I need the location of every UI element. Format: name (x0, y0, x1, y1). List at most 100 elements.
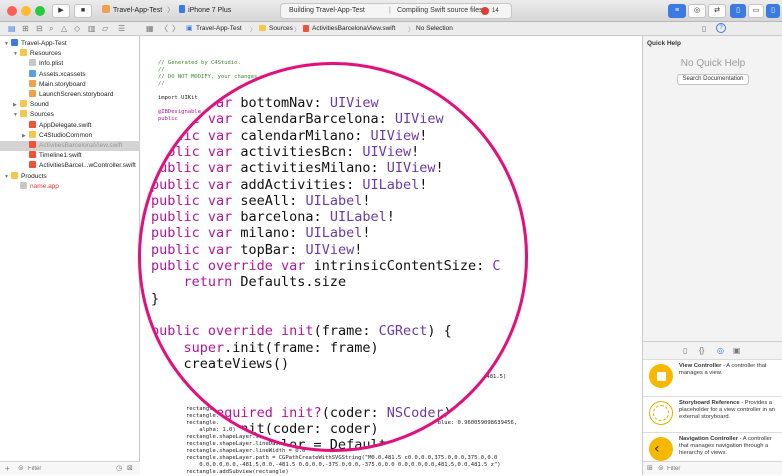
navigator-item[interactable]: Assets.xcassets (0, 69, 140, 80)
jumpbar-crumb-folder[interactable]: Sources (269, 25, 293, 32)
navigator-item[interactable]: ActivitiesBarcel...wController.swift (0, 161, 140, 171)
report-icon[interactable]: ☰ (118, 24, 125, 33)
code-token: ! (419, 127, 428, 144)
jumpbar-crumb-file[interactable]: ActivitiesBarcelonaView.swift (312, 25, 395, 32)
zoom-window-button[interactable] (35, 6, 45, 16)
navigator-item[interactable]: Main.storyboard (0, 79, 140, 90)
code-token: C (492, 258, 501, 274)
related-items-icon[interactable]: ▦ (146, 24, 154, 33)
navigator-item[interactable]: ActivitiesBarcelonaView.swift (0, 141, 140, 151)
source-control-icon[interactable]: ⊞ (22, 24, 29, 33)
magnified-code-line: public var milano: UILabel! (151, 225, 370, 241)
disclosure-closed-icon[interactable]: ▶ (22, 131, 29, 141)
back-arrow-icon[interactable]: 〈 (160, 23, 168, 34)
library-item-text: Storyboard Reference - Provides a placeh… (679, 400, 779, 421)
magnified-code-line: super.init(coder: coder) (151, 421, 379, 437)
disclosure-open-icon[interactable]: ▼ (13, 49, 20, 59)
source-control-filter-icon[interactable]: ⊠ (127, 464, 133, 472)
code-token: createViews() (151, 355, 290, 372)
file-inspector-icon[interactable]: ▯ (702, 24, 706, 33)
close-window-button[interactable] (7, 6, 17, 16)
grid-view-icon[interactable]: ⊞ (647, 464, 653, 472)
disclosure-open-icon[interactable]: ▼ (13, 110, 20, 120)
quick-help-icon[interactable]: ? (716, 23, 726, 33)
app-icon (20, 181, 27, 189)
navigator-item[interactable]: ▼ Products (0, 171, 140, 182)
debug-icon[interactable]: ▥ (88, 24, 96, 33)
code-token: barcelona: (240, 209, 330, 226)
jumpbar-crumb-selection[interactable]: No Selection (416, 25, 453, 32)
code-token: ) { (443, 404, 469, 421)
navigator-item[interactable]: LaunchScreen.storyboard (0, 90, 140, 100)
navigator-item-label: ActivitiesBarcel...wController.swift (39, 162, 136, 170)
folder-icon (20, 100, 27, 108)
code-token: activitiesBcn: (240, 143, 363, 160)
code-token: UIView (329, 95, 379, 111)
navigator-item[interactable]: AppDelegate.swift (0, 120, 140, 131)
breakpoint-icon[interactable]: ▱ (102, 24, 108, 33)
add-icon[interactable]: + (5, 464, 10, 473)
disclosure-open-icon[interactable]: ▼ (4, 39, 11, 49)
code-token: UILabel (329, 209, 387, 226)
library-item[interactable]: View Controller - A controller that mana… (643, 359, 782, 395)
symbol-icon[interactable]: ⊟ (36, 24, 43, 33)
disclosure-open-icon[interactable]: ▼ (4, 172, 11, 182)
library-item-text: Navigation Controller - A controller tha… (679, 436, 779, 457)
code-token: public var (151, 192, 241, 209)
chevron-right-icon: 〉 (250, 28, 257, 34)
search-icon[interactable]: ⌕ (49, 24, 53, 34)
magnified-code-line: public override init(frame: CGRect) { (151, 323, 452, 339)
warning-icon[interactable]: △ (61, 24, 67, 33)
navigator-item[interactable]: ▼ Resources (0, 49, 140, 59)
navigator-item-label: Sources (30, 111, 54, 119)
toggle-debug-button[interactable]: ▭ (748, 4, 764, 18)
stop-button[interactable]: ■ (74, 4, 92, 18)
plist-file-icon (29, 59, 36, 67)
navigator-item[interactable]: Timeline1.swift (0, 151, 140, 161)
forward-arrow-icon[interactable]: 〉 (172, 23, 180, 34)
toggle-navigator-button[interactable]: ▯ (730, 4, 746, 18)
code-token: ! (362, 225, 371, 242)
library-item-title: Navigation Controller (679, 436, 738, 442)
recent-files-icon[interactable]: ◷ (116, 464, 122, 472)
quick-help-title: Quick Help (647, 40, 681, 47)
navigator-item[interactable]: name.app (0, 181, 140, 192)
storyboard-file-icon (29, 79, 36, 87)
library-filter-input[interactable] (667, 464, 767, 474)
navigator-item[interactable]: ▼ Sources (0, 110, 140, 120)
object-library-icon[interactable]: ◎ (717, 346, 724, 355)
file-template-icon[interactable]: ▯ (683, 346, 687, 355)
scheme-selector[interactable]: Travel-App-Test 〉 iPhone 7 Plus (102, 4, 231, 18)
version-editor-button[interactable]: ⇄ (708, 4, 726, 18)
folder-icon (20, 49, 27, 57)
filter-icon: ⊜ (18, 465, 24, 472)
magnified-code-line: } (151, 291, 159, 307)
code-snippet-icon[interactable]: {} (699, 346, 704, 355)
search-documentation-button[interactable]: Search Documentation (677, 74, 749, 85)
navigator-filter-input[interactable] (28, 464, 110, 474)
jumpbar-crumb-project[interactable]: Travel-App-Test (196, 25, 242, 32)
code-token: ! (411, 143, 420, 160)
assistant-editor-button[interactable]: ◎ (688, 4, 706, 18)
error-badge-icon[interactable] (481, 7, 489, 15)
library-filter-bar: ⊞ ⊜ (643, 461, 782, 475)
view-controller-icon (649, 364, 673, 388)
test-icon[interactable]: ◇ (74, 24, 80, 33)
navigator-item[interactable]: ▼ Travel-App-Test (0, 39, 140, 49)
code-token: public var (151, 176, 241, 193)
library-item[interactable]: Storyboard Reference - Provides a placeh… (643, 395, 782, 432)
standard-editor-button[interactable]: ≡ (668, 4, 686, 18)
disclosure-closed-icon[interactable]: ▶ (13, 100, 20, 110)
navigator-item[interactable]: ▶ Sound (0, 100, 140, 110)
minimize-window-button[interactable] (21, 6, 31, 16)
window-toolbar: ▶ ■ Travel-App-Test 〉 iPhone 7 Plus Buil… (0, 0, 782, 22)
navigator-item[interactable]: Info.plist (0, 59, 140, 69)
media-library-icon[interactable]: ▣ (733, 346, 741, 355)
folder-nav-icon[interactable]: ▤ (8, 24, 16, 33)
navigator-item[interactable]: ▶ C4StudioCommon (0, 130, 140, 141)
code-token: public var (151, 160, 241, 177)
scheme-name: Travel-App-Test (113, 7, 163, 14)
toggle-inspector-button[interactable]: ▯ (766, 4, 780, 18)
run-button[interactable]: ▶ (52, 4, 70, 18)
device-name[interactable]: iPhone 7 Plus (188, 7, 231, 14)
